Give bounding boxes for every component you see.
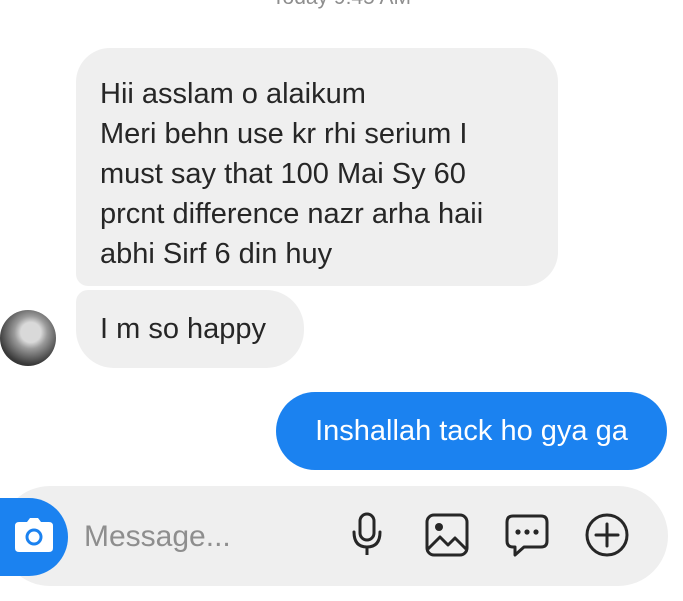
- incoming-message-bubble[interactable]: Hii asslam o alaikum Meri behn use kr rh…: [76, 48, 558, 286]
- microphone-icon: [350, 512, 384, 563]
- message-input[interactable]: [84, 516, 334, 558]
- microphone-button[interactable]: [342, 512, 392, 562]
- image-icon: [424, 512, 470, 563]
- more-options-button[interactable]: [582, 512, 632, 562]
- sticker-icon: [504, 512, 550, 563]
- sticker-button[interactable]: [502, 512, 552, 562]
- incoming-message-bubble[interactable]: I m so happy: [76, 290, 304, 368]
- gallery-button[interactable]: [422, 512, 472, 562]
- sender-avatar[interactable]: [0, 310, 56, 366]
- message-timestamp: Today 9:45 AM: [0, 0, 683, 10]
- outgoing-message-bubble[interactable]: Inshallah tack ho gya ga: [276, 392, 667, 470]
- plus-icon: [583, 511, 631, 564]
- camera-icon: [14, 517, 54, 557]
